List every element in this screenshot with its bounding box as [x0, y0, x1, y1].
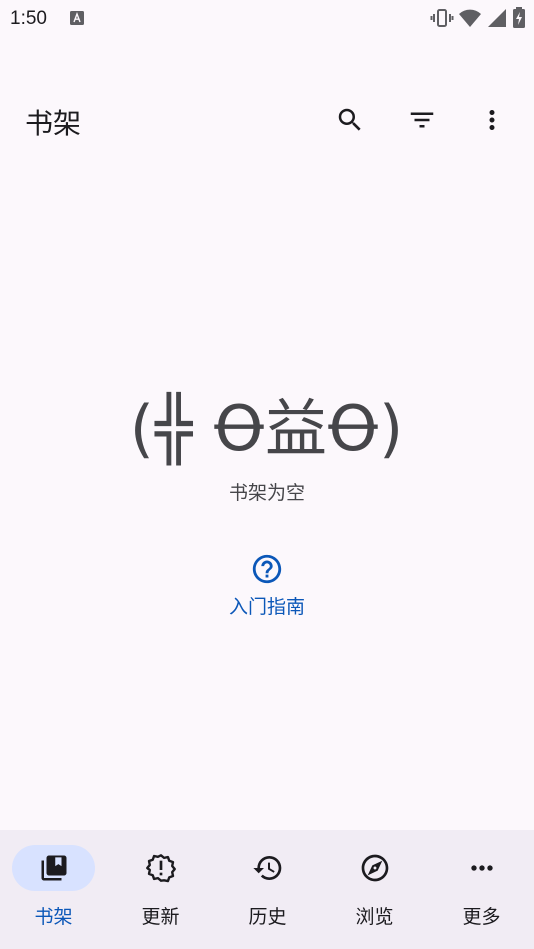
- help-circle-icon: [252, 554, 282, 584]
- nav-item-history[interactable]: 历史: [214, 830, 321, 949]
- filter-icon: [410, 112, 434, 128]
- nav-label-updates: 更新: [141, 906, 180, 928]
- filter-button[interactable]: [398, 96, 446, 144]
- nav-item-more[interactable]: 更多: [428, 830, 534, 949]
- history-icon: [252, 856, 281, 880]
- nav-icon-container: [440, 845, 523, 891]
- more-options-button[interactable]: [468, 96, 516, 144]
- nav-item-library[interactable]: 书架: [0, 830, 107, 949]
- notification-a-icon: [70, 11, 84, 25]
- nav-icon-container: [119, 845, 202, 891]
- guide-label: 入门指南: [228, 596, 305, 618]
- library-icon: [41, 855, 66, 881]
- nav-label-more: 更多: [462, 906, 501, 928]
- status-bar: 1:50: [0, 0, 534, 36]
- getting-started-guide-button[interactable]: 入门指南: [207, 548, 327, 628]
- search-icon: [338, 108, 361, 131]
- top-app-bar: 书架: [0, 90, 534, 150]
- status-time: 1:50: [10, 8, 47, 29]
- empty-state-message: 书架为空: [228, 482, 305, 504]
- more-vert-icon: [489, 110, 495, 130]
- new-releases-icon: [145, 854, 176, 883]
- nav-label-browse: 浏览: [355, 906, 394, 928]
- nav-icon-container: [226, 845, 309, 891]
- nav-item-browse[interactable]: 浏览: [321, 830, 428, 949]
- nav-active-indicator: [12, 845, 95, 891]
- bottom-navigation: 书架 更新 历史 浏览 更多: [0, 830, 534, 949]
- nav-label-library: 书架: [34, 906, 73, 928]
- more-horiz-icon: [470, 865, 493, 871]
- status-icons: [430, 6, 526, 30]
- empty-state-face: (╬ Ꝋ益Ꝋ): [129, 392, 405, 465]
- battery-icon: [513, 7, 525, 28]
- nav-icon-container: [333, 845, 416, 891]
- nav-item-updates[interactable]: 更新: [107, 830, 214, 949]
- vibrate-icon: [430, 9, 454, 27]
- explore-icon: [361, 854, 388, 882]
- search-button[interactable]: [326, 96, 374, 144]
- page-title: 书架: [25, 107, 82, 140]
- cellular-signal-icon: [488, 9, 506, 27]
- nav-label-history: 历史: [248, 906, 287, 928]
- wifi-icon: [459, 9, 481, 27]
